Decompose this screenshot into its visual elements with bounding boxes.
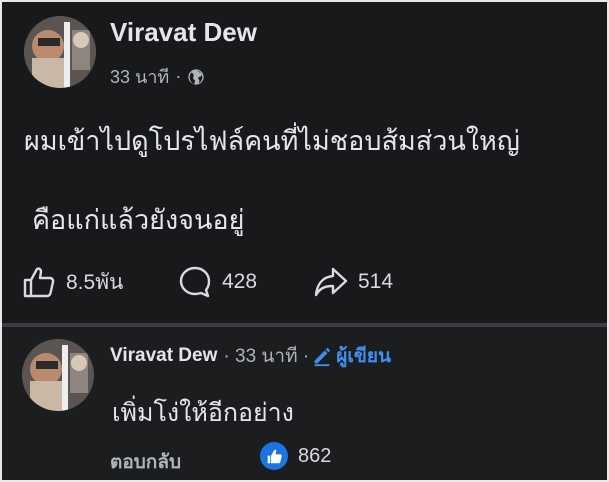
comment-header: Viravat Dew · 33 นาที · ผู้เขียน bbox=[110, 341, 391, 371]
post-author-name[interactable]: Viravat Dew bbox=[110, 17, 257, 48]
comment-text: เพิ่มโง่ให้อีกอย่าง bbox=[112, 399, 294, 427]
post-meta: 33 นาที · bbox=[110, 62, 205, 91]
author-badge-label: ผู้เขียน bbox=[336, 346, 391, 367]
author-badge: ผู้เขียน bbox=[311, 341, 391, 371]
pencil-icon bbox=[314, 347, 331, 367]
thumbs-up-icon bbox=[23, 267, 55, 298]
comment-author-avatar[interactable] bbox=[22, 339, 94, 411]
share-count: 514 bbox=[358, 270, 394, 293]
comment-button[interactable]: 428 bbox=[178, 264, 257, 300]
post-time[interactable]: 33 นาที bbox=[110, 62, 169, 91]
like-button[interactable]: 8.5พัน bbox=[22, 264, 123, 300]
like-reaction-icon bbox=[260, 442, 288, 470]
globe-icon bbox=[187, 68, 205, 86]
comment-count: 428 bbox=[222, 270, 258, 293]
comment-bubble-icon bbox=[179, 266, 211, 298]
comment-time: · 33 นาที · bbox=[223, 346, 310, 367]
like-count: 8.5พัน bbox=[66, 270, 124, 294]
reply-button[interactable]: ตอบกลับ bbox=[110, 447, 181, 477]
comment-reactions[interactable]: 862 bbox=[260, 442, 331, 470]
post-author-avatar[interactable] bbox=[24, 16, 96, 88]
meta-separator: · bbox=[175, 66, 182, 86]
avatar-photo bbox=[22, 339, 94, 411]
comment-author-name[interactable]: Viravat Dew bbox=[110, 345, 217, 367]
post-card: Viravat Dew 33 นาที · ผมเข้าไปดูโปรไฟล์ค… bbox=[2, 2, 607, 323]
share-button[interactable]: 514 bbox=[314, 264, 393, 300]
share-arrow-icon bbox=[314, 267, 348, 297]
comment-like-count: 862 bbox=[298, 444, 332, 467]
comment-item: Viravat Dew · 33 นาที · ผู้เขียน เพิ่มโง… bbox=[2, 327, 607, 480]
post-actions: 8.5พัน 428 514 bbox=[22, 264, 442, 300]
post-text-line-2: คือแก่แล้วยังจนอยู่ bbox=[32, 205, 245, 235]
avatar-photo bbox=[24, 16, 96, 88]
post-text-line-1: ผมเข้าไปดูโปรไฟล์คนที่ไม่ชอบส้มส่วนใหญ่ bbox=[24, 126, 520, 156]
